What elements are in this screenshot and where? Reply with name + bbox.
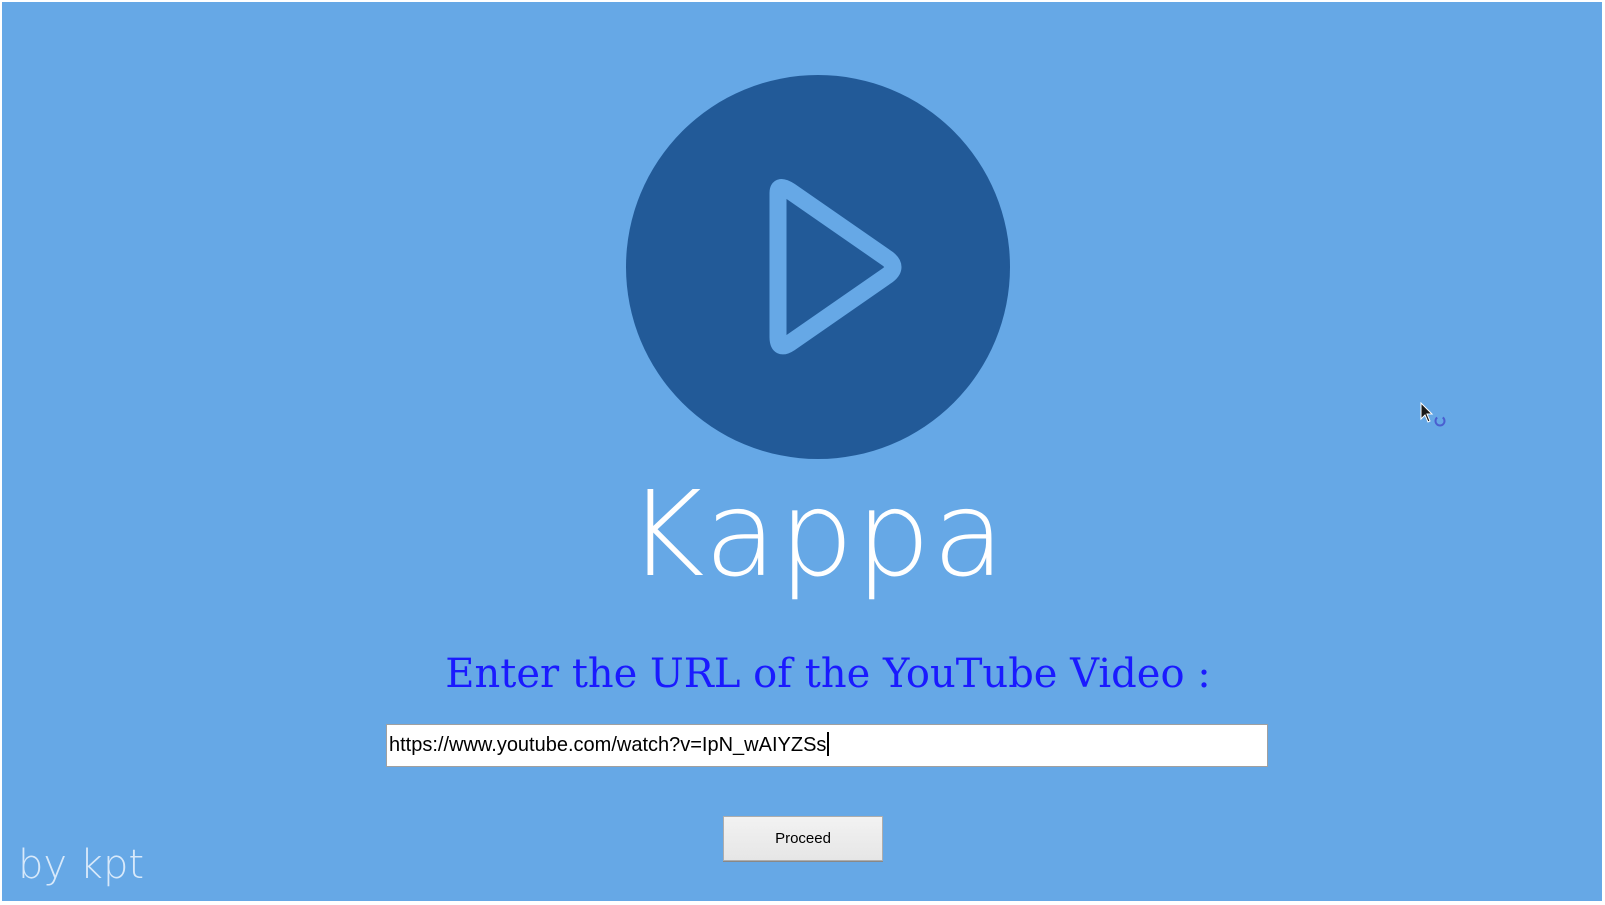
app-title: Kappa bbox=[627, 465, 1007, 603]
proceed-button[interactable]: Proceed bbox=[723, 816, 883, 861]
url-input[interactable]: https://www.youtube.com/watch?v=IpN_wAIY… bbox=[386, 724, 1268, 767]
text-caret bbox=[827, 732, 830, 756]
author-credit: by kpt bbox=[18, 842, 145, 888]
app-window: Kappa Enter the URL of the YouTube Video… bbox=[2, 2, 1602, 901]
url-prompt-label: Enter the URL of the YouTube Video : bbox=[445, 651, 1211, 697]
play-circle-icon bbox=[626, 75, 1010, 459]
url-input-value: https://www.youtube.com/watch?v=IpN_wAIY… bbox=[389, 734, 827, 756]
busy-pointer-icon bbox=[1420, 402, 1446, 427]
